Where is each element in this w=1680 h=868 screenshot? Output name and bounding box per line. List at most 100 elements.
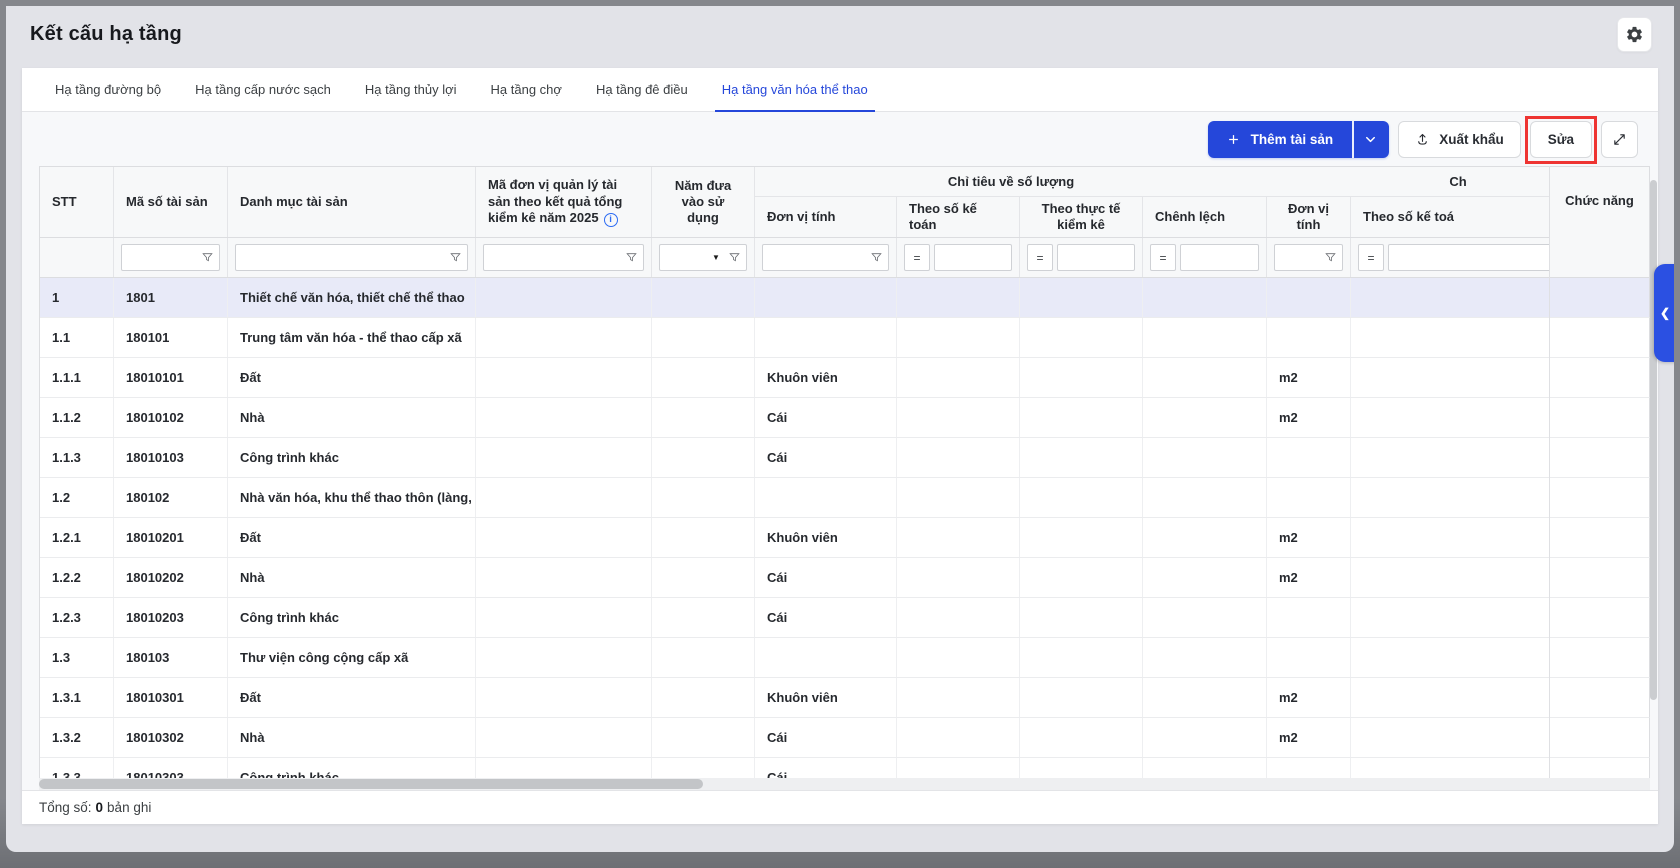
- filter-input-nam[interactable]: [660, 245, 712, 270]
- filter-input-theo-so-ke-toan[interactable]: [935, 245, 1011, 270]
- table-row[interactable]: 1.2.2 18010202 Nhà Cái m2: [40, 558, 1649, 598]
- side-panel-toggle[interactable]: ❮: [1654, 264, 1674, 362]
- col-header-stt[interactable]: STT: [40, 167, 114, 237]
- col-header-theo-so-ke-toan[interactable]: Theo số kế toán: [897, 197, 1020, 238]
- table-row[interactable]: 1.3 180103 Thư viện công cộng cấp xã: [40, 638, 1649, 678]
- filter-input-don-vi-tinh[interactable]: [763, 245, 864, 270]
- col-header-don-vi-tinh[interactable]: Đơn vị tính: [755, 197, 897, 238]
- cell-don-vi-tinh: Cái: [755, 398, 897, 437]
- col-header-ma-so-tai-san[interactable]: Mã số tài sản: [114, 167, 228, 237]
- filter-funnel-icon[interactable]: [722, 245, 746, 270]
- fullscreen-button[interactable]: [1601, 121, 1638, 158]
- filter-funnel-icon[interactable]: [1318, 245, 1342, 270]
- col-header-theo-thuc-te[interactable]: Theo thực tế kiểm kê: [1020, 197, 1143, 238]
- table-row[interactable]: 1.1.3 18010103 Công trình khác Cái: [40, 438, 1649, 478]
- cell-danh-muc: Đất: [228, 358, 476, 397]
- cell-danh-muc: Thiết chế văn hóa, thiết chế thể thao: [228, 278, 476, 317]
- filter-cell-theo-so-ke-toan: =: [897, 238, 1020, 277]
- filter-funnel-icon[interactable]: [443, 245, 467, 270]
- export-button[interactable]: Xuất khẩu: [1398, 121, 1521, 158]
- filter-operator-button[interactable]: =: [1027, 244, 1053, 271]
- col-header-chuc-nang[interactable]: Chức năng: [1550, 166, 1650, 278]
- col-header-danh-muc-tai-san[interactable]: Danh mục tài sản: [228, 167, 476, 237]
- table-row[interactable]: 1.1 180101 Trung tâm văn hóa - thể thao …: [40, 318, 1649, 358]
- cell-don-vi-tinh-2: m2: [1267, 558, 1351, 597]
- expand-icon: [1612, 132, 1627, 147]
- select-caret-icon[interactable]: ▼: [712, 253, 722, 262]
- cell-don-vi-tinh: Cái: [755, 558, 897, 597]
- vertical-scrollbar-thumb[interactable]: [1650, 180, 1657, 700]
- tab-0[interactable]: Hạ tầng đường bộ: [38, 68, 178, 111]
- filter-operator-button[interactable]: =: [1150, 244, 1176, 271]
- filter-input-ma-don-vi[interactable]: [484, 245, 619, 270]
- cell-theo-thuc-te: [1020, 598, 1143, 637]
- cell-chuc-nang: [1550, 678, 1650, 718]
- table-row[interactable]: 1.2.3 18010203 Công trình khác Cái: [40, 598, 1649, 638]
- col-header-nam-dua-vao[interactable]: Năm đưa vào sử dụng: [652, 167, 755, 237]
- cell-don-vi-tinh: Khuôn viên: [755, 518, 897, 557]
- cell-don-vi-tinh-2: [1267, 638, 1351, 677]
- filter-input-danh-muc[interactable]: [236, 245, 443, 270]
- cell-theo-so-ke-toan: [897, 718, 1020, 757]
- filter-input-ma-so[interactable]: [122, 245, 195, 270]
- table-row[interactable]: 1.2 180102 Nhà văn hóa, khu thể thao thô…: [40, 478, 1649, 518]
- tab-1[interactable]: Hạ tầng cấp nước sạch: [178, 68, 348, 111]
- table-row[interactable]: 1.2.1 18010201 Đất Khuôn viên m2: [40, 518, 1649, 558]
- cell-don-vi-tinh: Cái: [755, 438, 897, 477]
- filter-funnel-icon[interactable]: [195, 245, 219, 270]
- cell-don-vi-tinh-2: [1267, 478, 1351, 517]
- table-row[interactable]: 1 1801 Thiết chế văn hóa, thiết chế thể …: [40, 278, 1649, 318]
- cell-theo-so-ke-toan: [897, 638, 1020, 677]
- settings-button[interactable]: [1617, 17, 1652, 52]
- add-asset-dropdown-button[interactable]: [1351, 121, 1389, 158]
- tab-3[interactable]: Hạ tầng chợ: [474, 68, 579, 111]
- col-header-don-vi-tinh-2[interactable]: Đơn vị tính: [1267, 197, 1351, 238]
- filter-funnel-icon[interactable]: [619, 245, 643, 270]
- info-icon[interactable]: i: [604, 213, 618, 227]
- toolbar: Thêm tài sản Xuất khẩu Sửa: [1208, 120, 1638, 158]
- cell-danh-muc: Nhà: [228, 558, 476, 597]
- filter-input-don-vi-tinh-2[interactable]: [1275, 245, 1318, 270]
- table-row[interactable]: 1.1.2 18010102 Nhà Cái m2: [40, 398, 1649, 438]
- group-header-so-luong: Chỉ tiêu về số lượng: [755, 167, 1267, 197]
- chevron-left-icon: ❮: [1660, 306, 1670, 320]
- filter-cell-don-vi-tinh-2: [1267, 238, 1351, 277]
- content-card: Hạ tầng đường bộHạ tầng cấp nước sạchHạ …: [22, 68, 1658, 824]
- filter-cell-ma-don-vi: [476, 238, 652, 277]
- cell-stt: 1.3.1: [40, 678, 114, 717]
- cell-ma-don-vi: [476, 638, 652, 677]
- horizontal-scrollbar[interactable]: [39, 778, 1650, 790]
- col-header-ma-don-vi[interactable]: Mã đơn vị quản lý tài sản theo kết quả t…: [476, 167, 652, 237]
- filter-operator-button[interactable]: =: [904, 244, 930, 271]
- cell-danh-muc: Nhà: [228, 398, 476, 437]
- gear-icon: [1625, 25, 1644, 44]
- add-asset-button[interactable]: Thêm tài sản: [1208, 121, 1352, 158]
- horizontal-scrollbar-thumb[interactable]: [39, 779, 703, 789]
- cell-don-vi-tinh-2: [1267, 278, 1351, 317]
- col-header-chenh-lech[interactable]: Chênh lệch: [1143, 197, 1267, 238]
- table-row[interactable]: 1.3.2 18010302 Nhà Cái m2: [40, 718, 1649, 758]
- table-row[interactable]: 1.3.1 18010301 Đất Khuôn viên m2: [40, 678, 1649, 718]
- edit-button[interactable]: Sửa: [1530, 121, 1592, 158]
- cell-stt: 1.2: [40, 478, 114, 517]
- cell-chenh-lech: [1143, 518, 1267, 557]
- tab-4[interactable]: Hạ tầng đê điều: [579, 68, 705, 111]
- cell-theo-thuc-te: [1020, 558, 1143, 597]
- filter-cell-theo-thuc-te: =: [1020, 238, 1143, 277]
- cell-nam: [652, 558, 755, 597]
- cell-chuc-nang: [1550, 438, 1650, 478]
- table-header: STT Mã số tài sản Danh mục tài sản Mã đơ…: [39, 166, 1650, 238]
- filter-input-theo-thuc-te[interactable]: [1058, 245, 1134, 270]
- table-row[interactable]: 1.1.1 18010101 Đất Khuôn viên m2: [40, 358, 1649, 398]
- cell-nam: [652, 718, 755, 757]
- filter-funnel-icon[interactable]: [864, 245, 888, 270]
- tab-5[interactable]: Hạ tầng văn hóa thể thao: [705, 68, 885, 111]
- cell-theo-so-ke-toan: [897, 318, 1020, 357]
- cell-chenh-lech: [1143, 598, 1267, 637]
- tab-2[interactable]: Hạ tầng thủy lợi: [348, 68, 474, 111]
- filter-operator-button[interactable]: =: [1358, 244, 1384, 271]
- cell-don-vi-tinh-2: m2: [1267, 718, 1351, 757]
- filter-input-chenh-lech[interactable]: [1181, 245, 1258, 270]
- cell-don-vi-tinh: Cái: [755, 598, 897, 637]
- cell-chuc-nang: [1550, 638, 1650, 678]
